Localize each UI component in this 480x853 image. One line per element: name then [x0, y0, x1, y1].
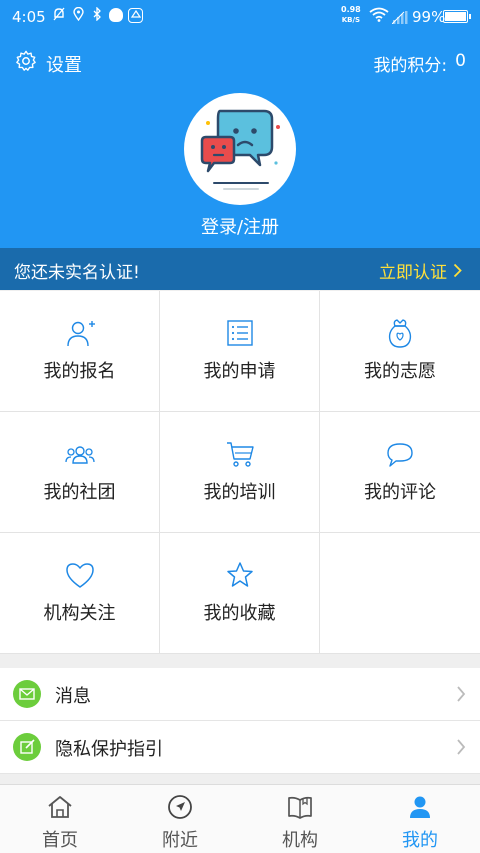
login-register-link[interactable]: 登录/注册: [0, 213, 480, 239]
grid-item-my-club[interactable]: 我的社团: [0, 412, 160, 533]
grid-item-label: 机构关注: [43, 603, 116, 624]
grid-item-my-registration[interactable]: 我的报名: [0, 291, 160, 412]
tab-label: 附近: [162, 830, 198, 851]
status-time: 4:05: [12, 8, 46, 26]
tab-label: 机构: [282, 830, 318, 851]
verify-now-button[interactable]: 立即认证: [379, 258, 462, 283]
grid-item-label: 我的志愿: [364, 361, 436, 382]
location-icon: [71, 6, 85, 23]
points-display: 我的积分: 0: [373, 51, 466, 76]
menu-list: 消息 隐私保护指引: [0, 668, 480, 774]
chevron-right-icon: [457, 686, 466, 702]
points-value: 0: [455, 51, 466, 71]
grid-item-label: 我的评论: [364, 482, 436, 503]
grid-item-my-comments[interactable]: 我的评论: [320, 412, 480, 533]
tab-institutions[interactable]: 机构: [240, 785, 360, 853]
list-icon: [227, 320, 253, 346]
edit-icon: [13, 733, 41, 761]
grid-item-my-volunteer[interactable]: 我的志愿: [320, 291, 480, 412]
grid-item-followed-orgs[interactable]: 机构关注: [0, 533, 160, 654]
chat-bubbles-icon: [200, 109, 280, 190]
notification-icons: [52, 6, 143, 23]
battery-percent: 99%: [412, 8, 446, 26]
grid-item-my-training[interactable]: 我的培训: [160, 412, 320, 533]
app-notification-icon: [128, 7, 143, 23]
book-icon: [288, 796, 312, 819]
star-icon: [227, 562, 253, 587]
chevron-right-icon: [457, 739, 466, 755]
silent-bell-icon: [52, 7, 66, 23]
net-speed-value: 0.98: [341, 5, 361, 14]
grid-item-label: 我的收藏: [203, 603, 276, 624]
tab-label: 我的: [402, 830, 438, 851]
grid-item-my-favorites[interactable]: 我的收藏: [160, 533, 320, 654]
heart-icon: [66, 563, 94, 588]
wifi-icon: [369, 7, 389, 26]
grid-item-label: 我的培训: [203, 482, 276, 503]
tab-home[interactable]: 首页: [0, 785, 120, 853]
comment-icon: [387, 443, 413, 467]
bottom-tab-bar: 首页 附近 机构 我的: [0, 784, 480, 853]
tab-nearby[interactable]: 附近: [120, 785, 240, 853]
net-speed: 0.98 KB/S: [341, 5, 361, 25]
grid-empty-cell: [320, 533, 480, 654]
settings-label: 设置: [46, 54, 82, 76]
group-icon: [65, 446, 95, 464]
tab-label: 首页: [42, 830, 78, 851]
gear-icon: [15, 50, 37, 77]
cart-icon: [227, 442, 254, 467]
grid-item-label: 我的申请: [203, 361, 276, 382]
grid-item-my-application[interactable]: 我的申请: [160, 291, 320, 412]
status-bar: 4:05 0.98 KB/S 99%: [0, 0, 480, 34]
profile-header: 4:05 0.98 KB/S 99% 设置 我的积分: 0 登录/注册: [0, 0, 480, 248]
mail-icon: [13, 680, 41, 708]
user-icon: [410, 796, 430, 818]
avatar[interactable]: [184, 93, 296, 205]
compass-icon: [168, 795, 192, 819]
home-icon: [48, 796, 72, 818]
verification-banner[interactable]: 您还未实名认证! 立即认证: [0, 248, 480, 290]
battery-icon: [443, 10, 471, 23]
person-add-icon: [67, 321, 95, 347]
settings-button[interactable]: 设置: [15, 50, 82, 77]
chevron-right-icon: [453, 263, 462, 278]
volunteer-bag-icon: [388, 319, 412, 348]
verify-now-label: 立即认证: [379, 263, 447, 283]
grid-item-label: 我的社团: [43, 482, 116, 503]
signal-icon: [391, 9, 408, 28]
grid-item-label: 我的报名: [43, 361, 116, 382]
tab-mine[interactable]: 我的: [360, 785, 480, 853]
menu-item-messages[interactable]: 消息: [0, 668, 480, 721]
net-speed-unit: KB/S: [341, 16, 361, 24]
feature-grid: 我的报名 我的申请 我的志愿 我的社团 我的培训 我的评论 机构关注 我的收藏: [0, 291, 480, 654]
menu-item-label: 隐私保护指引: [55, 739, 163, 760]
menu-item-privacy-guide[interactable]: 隐私保护指引: [0, 721, 480, 774]
verification-message: 您还未实名认证!: [14, 263, 140, 283]
points-label: 我的积分:: [373, 56, 448, 76]
menu-item-label: 消息: [55, 686, 91, 707]
qq-icon: [109, 8, 123, 22]
bluetooth-icon: [90, 6, 104, 23]
